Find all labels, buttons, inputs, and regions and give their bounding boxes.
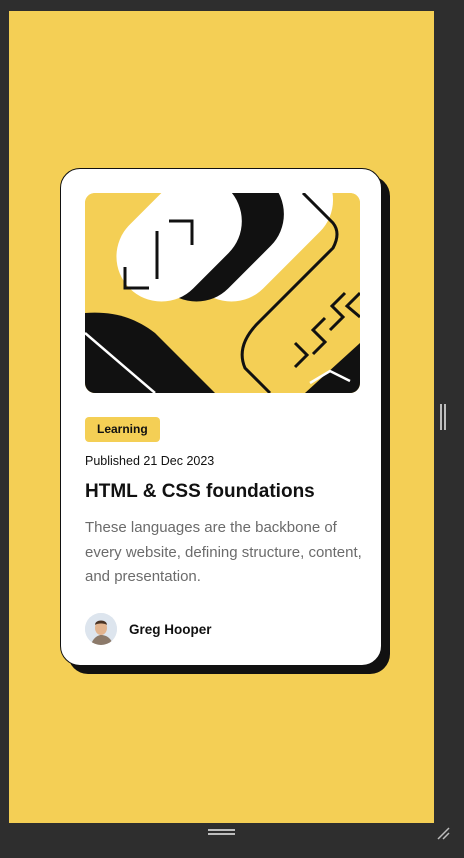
vertical-grip-icon[interactable] <box>440 404 446 430</box>
publish-date: Published 21 Dec 2023 <box>85 454 215 468</box>
responsive-preview-frame: Learning Published 21 Dec 2023 HTML & CS… <box>0 0 464 858</box>
card-illustration <box>85 193 360 393</box>
card-title[interactable]: HTML & CSS foundations <box>85 481 315 503</box>
horizontal-grip-icon[interactable] <box>208 829 235 837</box>
author: Greg Hooper <box>85 613 212 645</box>
card-description: These languages are the backbone of ever… <box>85 519 362 585</box>
corner-resize-icon[interactable] <box>436 826 450 840</box>
avatar <box>85 613 117 645</box>
author-name[interactable]: Greg Hooper <box>129 622 212 637</box>
blog-preview-card: Learning Published 21 Dec 2023 HTML & CS… <box>60 168 382 666</box>
category-tag[interactable]: Learning <box>85 417 160 442</box>
page-viewport: Learning Published 21 Dec 2023 HTML & CS… <box>9 11 434 823</box>
